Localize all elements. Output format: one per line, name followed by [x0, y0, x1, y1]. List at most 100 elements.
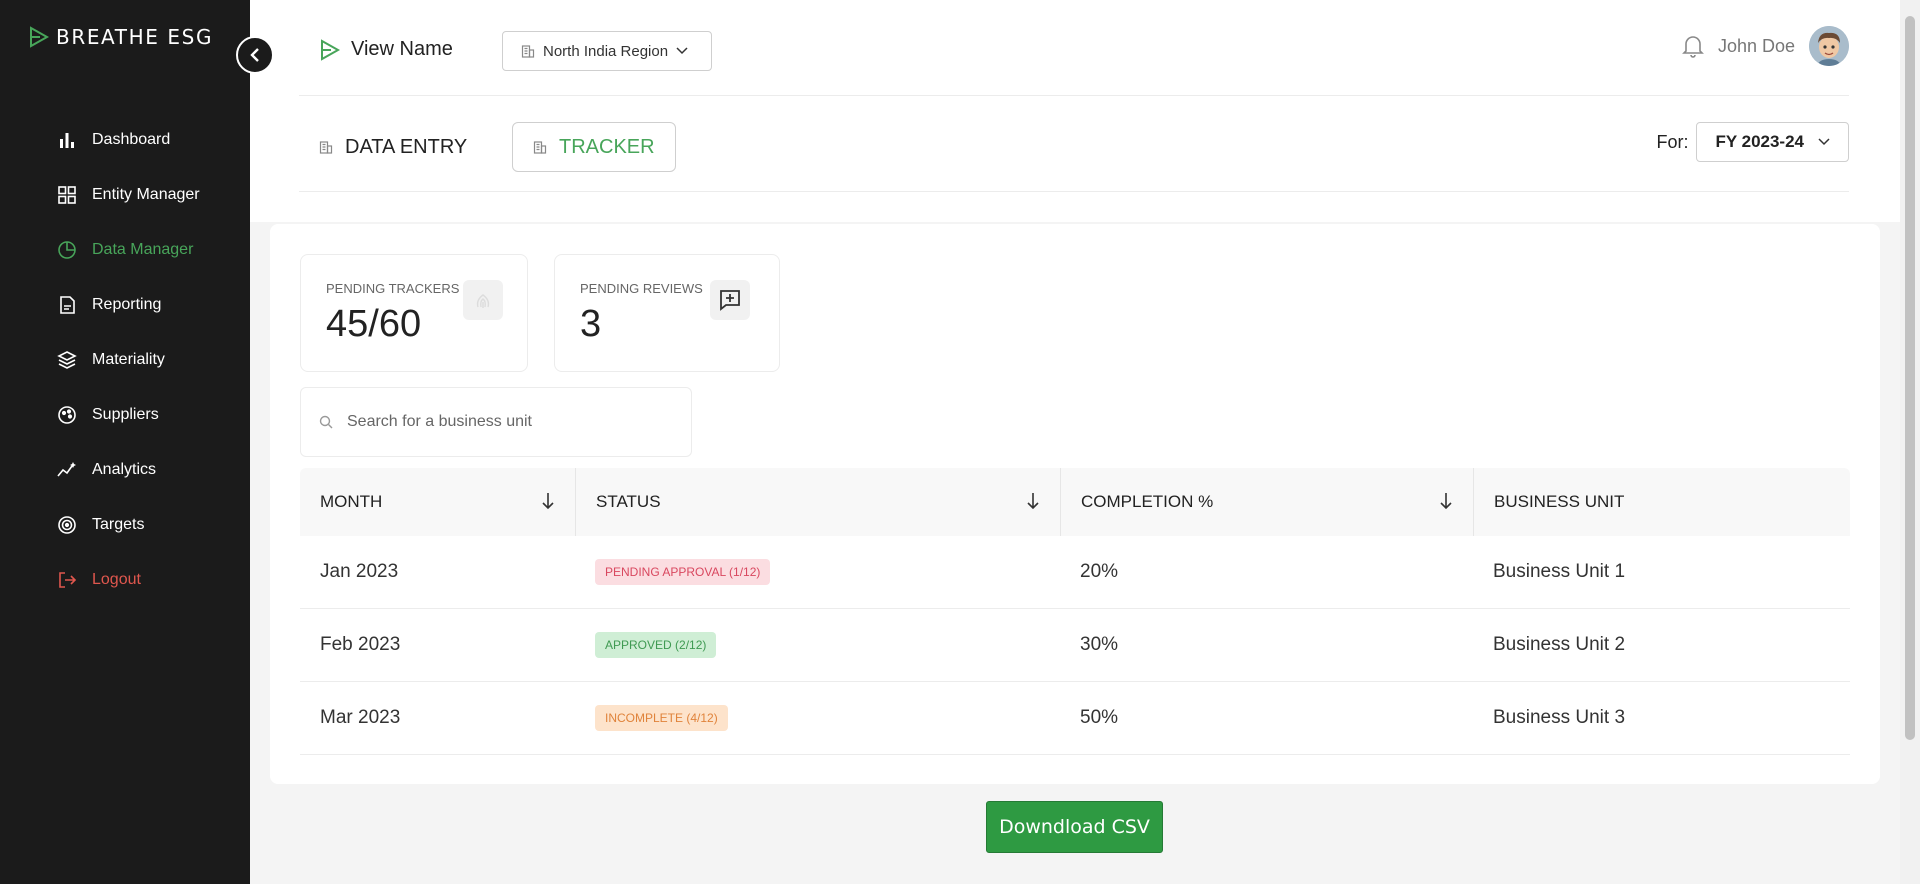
- pie-icon: [56, 239, 78, 261]
- sidebar-item-label: Targets: [92, 515, 145, 533]
- cell-status: INCOMPLETE (4/12): [575, 705, 1060, 731]
- tab-label: DATA ENTRY: [345, 135, 468, 158]
- column-header-business-unit[interactable]: BUSINESS UNIT: [1473, 468, 1850, 536]
- stat-value: 3: [580, 303, 602, 345]
- sidebar-item-label: Suppliers: [92, 405, 159, 423]
- cell-business-unit: Business Unit 1: [1493, 561, 1626, 582]
- sidebar-item-logout[interactable]: Logout: [56, 552, 200, 607]
- layers-icon: [56, 349, 78, 371]
- building-icon: [521, 45, 535, 58]
- sidebar-item-reporting[interactable]: Reporting: [56, 277, 200, 332]
- bar-chart-icon: [56, 129, 78, 151]
- column-label: BUSINESS UNIT: [1494, 492, 1625, 511]
- palette-icon: [56, 404, 78, 426]
- brand-logo[interactable]: BREATHE ESG: [28, 25, 213, 49]
- tab-tracker[interactable]: TRACKER: [512, 122, 676, 172]
- stat-label: PENDING TRACKERS: [326, 281, 460, 296]
- table-row[interactable]: Mar 2023 INCOMPLETE (4/12) 50% Business …: [300, 682, 1850, 755]
- column-label: STATUS: [596, 492, 661, 511]
- pending-reviews-card: PENDING REVIEWS 3: [554, 254, 780, 372]
- sidebar-item-targets[interactable]: Targets: [56, 497, 200, 552]
- collapse-sidebar-button[interactable]: [236, 36, 274, 74]
- sidebar-item-label: Data Manager: [92, 240, 194, 258]
- column-header-status[interactable]: STATUS: [575, 468, 1060, 536]
- cell-business-unit: Business Unit 2: [1493, 634, 1626, 655]
- fiscal-year-dropdown[interactable]: FY 2023-24: [1696, 122, 1849, 162]
- column-header-month[interactable]: MONTH: [300, 468, 575, 536]
- avatar[interactable]: [1809, 26, 1849, 66]
- sidebar-nav: Dashboard Entity Manager Data Manager Re…: [56, 112, 200, 607]
- view-name[interactable]: View Name: [319, 38, 453, 61]
- sidebar-item-data-manager[interactable]: Data Manager: [56, 222, 200, 277]
- building-icon: [319, 141, 333, 154]
- stat-label: PENDING REVIEWS: [580, 281, 703, 296]
- sidebar-item-label: Reporting: [92, 295, 162, 313]
- sidebar-item-analytics[interactable]: Analytics: [56, 442, 200, 497]
- tracker-table: MONTH STATUS COMPLETION % BUSINESS UNIT …: [300, 468, 1850, 755]
- sort-arrow-icon[interactable]: [541, 492, 555, 510]
- status-badge: APPROVED (2/12): [595, 632, 717, 658]
- building-icon: [533, 141, 547, 154]
- cell-status: PENDING APPROVAL (1/12): [575, 559, 1060, 585]
- column-label: MONTH: [320, 492, 383, 511]
- download-csv-button[interactable]: Downdload CSV: [986, 801, 1163, 853]
- top-header: View Name North India Region John Doe: [299, 0, 1849, 96]
- cell-month: Feb 2023: [320, 634, 401, 655]
- comment-add-icon: [710, 280, 750, 320]
- logo-icon: [30, 26, 50, 48]
- grid-icon: [56, 184, 78, 206]
- status-badge: INCOMPLETE (4/12): [595, 705, 728, 731]
- sidebar-item-label: Entity Manager: [92, 185, 200, 203]
- chevron-left-icon: [250, 48, 259, 62]
- chevron-down-icon: [1818, 138, 1830, 146]
- document-icon: [56, 294, 78, 316]
- fiscal-year-value: FY 2023-24: [1715, 132, 1804, 151]
- table-row[interactable]: Feb 2023 APPROVED (2/12) 30% Business Un…: [300, 609, 1850, 682]
- sidebar-item-label: Analytics: [92, 460, 157, 478]
- cell-status: APPROVED (2/12): [575, 632, 1060, 658]
- user-area: John Doe: [1682, 26, 1849, 66]
- sort-arrow-icon[interactable]: [1439, 492, 1453, 510]
- cell-completion: 50%: [1080, 707, 1119, 728]
- logo-text: BREATHE ESG: [56, 25, 214, 49]
- bell-icon[interactable]: [1682, 34, 1704, 58]
- chevron-down-icon: [676, 47, 688, 55]
- column-header-completion[interactable]: COMPLETION %: [1060, 468, 1473, 536]
- search-box: [300, 387, 692, 457]
- cell-completion: 30%: [1080, 634, 1119, 655]
- logout-icon: [56, 569, 78, 591]
- pending-trackers-card: PENDING TRACKERS 45/60: [300, 254, 528, 372]
- page-scrollbar[interactable]: [1900, 0, 1920, 884]
- sidebar-item-dashboard[interactable]: Dashboard: [56, 112, 200, 167]
- tracker-card: PENDING TRACKERS 45/60 PENDING REVIEWS 3…: [270, 224, 1880, 784]
- stat-value: 45/60: [326, 303, 422, 345]
- scrollbar-thumb[interactable]: [1905, 16, 1915, 740]
- sub-header: DATA ENTRY TRACKER For: FY 2023-24: [299, 96, 1849, 192]
- sort-arrow-icon[interactable]: [1026, 492, 1040, 510]
- sidebar: BREATHE ESG Dashboard Entity Manager Dat…: [0, 0, 250, 884]
- sparkline-icon: [56, 459, 78, 481]
- status-badge: PENDING APPROVAL (1/12): [595, 559, 771, 585]
- avatar-icon: [1809, 26, 1849, 66]
- for-label: For:: [1656, 131, 1689, 152]
- table-header: MONTH STATUS COMPLETION % BUSINESS UNIT: [300, 468, 1850, 536]
- search-icon: [319, 415, 333, 429]
- sidebar-item-suppliers[interactable]: Suppliers: [56, 387, 200, 442]
- region-label: North India Region: [543, 42, 669, 60]
- user-name[interactable]: John Doe: [1718, 36, 1795, 57]
- tab-data-entry[interactable]: DATA ENTRY: [299, 122, 487, 172]
- sidebar-item-label: Logout: [92, 570, 141, 588]
- view-logo-icon: [321, 38, 341, 61]
- fiscal-year-selector: For: FY 2023-24: [1656, 122, 1849, 162]
- sidebar-item-label: Materiality: [92, 350, 165, 368]
- sidebar-item-label: Dashboard: [92, 130, 171, 148]
- fingerprint-icon: [463, 280, 503, 320]
- region-dropdown[interactable]: North India Region: [502, 31, 712, 71]
- sidebar-item-materiality[interactable]: Materiality: [56, 332, 200, 387]
- search-input[interactable]: [347, 413, 667, 431]
- cell-month: Jan 2023: [320, 561, 399, 582]
- column-label: COMPLETION %: [1081, 492, 1214, 511]
- table-row[interactable]: Jan 2023 PENDING APPROVAL (1/12) 20% Bus…: [300, 536, 1850, 609]
- tab-label: TRACKER: [559, 135, 655, 158]
- sidebar-item-entity-manager[interactable]: Entity Manager: [56, 167, 200, 222]
